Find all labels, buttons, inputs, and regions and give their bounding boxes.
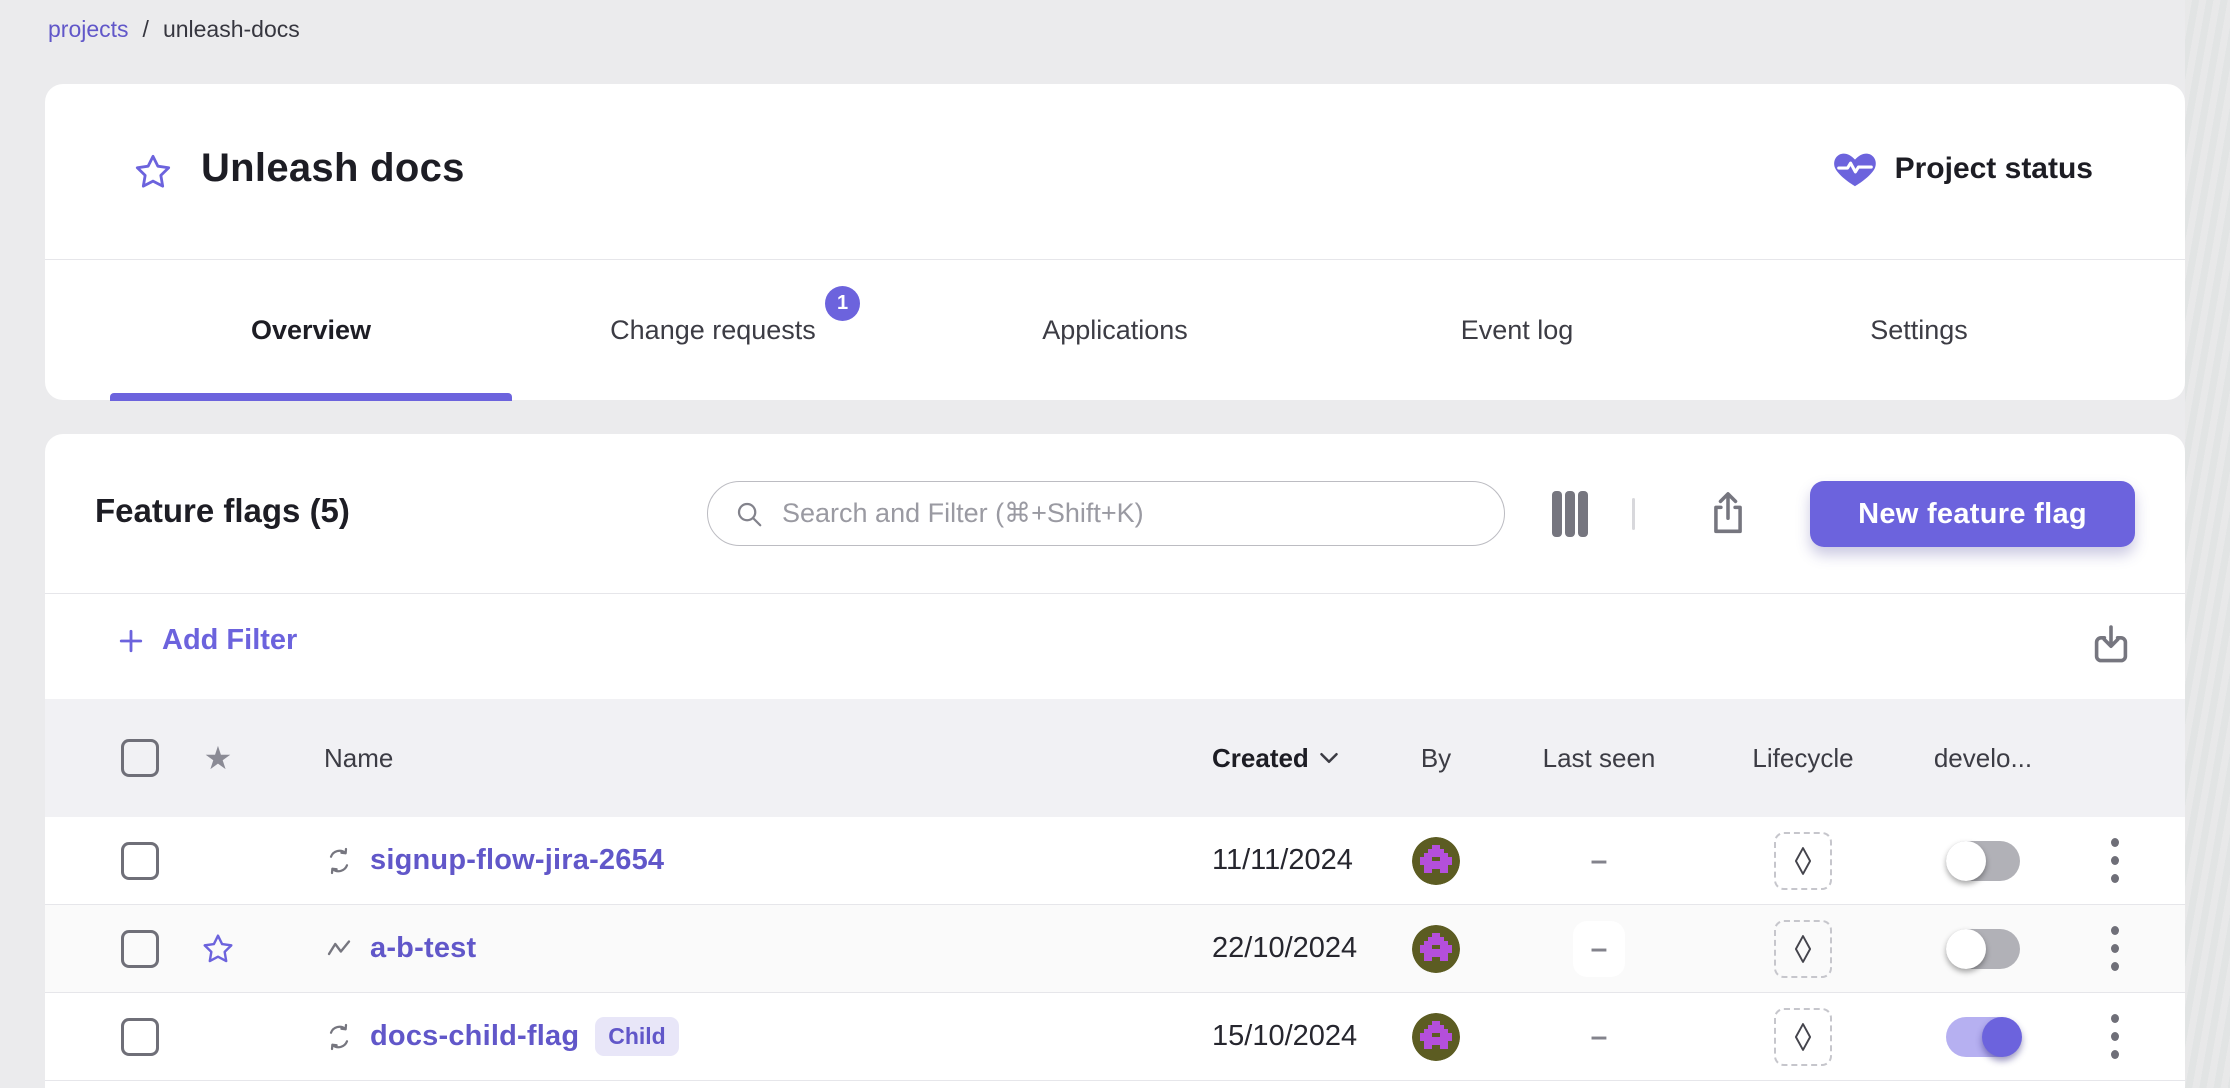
table-row: a-b-test 22/10/2024 [45, 905, 2185, 993]
tab-badge: 1 [825, 286, 860, 321]
lifecycle-icon[interactable] [1774, 920, 1832, 978]
feature-flags-heading: Feature flags (5) [95, 492, 350, 530]
environment-toggle[interactable] [1946, 841, 2020, 881]
flag-name-link[interactable]: signup-flow-jira-2654 [370, 844, 664, 877]
search-box [707, 481, 1505, 546]
environment-toggle[interactable] [1946, 1017, 2020, 1057]
active-tab-underline [110, 393, 512, 401]
table-header: ★ Name Created By Last seen Lifecycle de… [45, 699, 2185, 817]
column-header-by: By [1379, 743, 1493, 774]
breadcrumb-current: unleash-docs [163, 16, 300, 43]
download-icon[interactable] [2087, 618, 2135, 670]
table-row: docs-child-flag Child 15/10/2024 [45, 993, 2185, 1081]
environment-toggle[interactable] [1946, 929, 2020, 969]
column-header-name: Name [278, 743, 1212, 774]
project-title-row: Unleash docs Project status [45, 84, 2185, 260]
project-tabs: Overview Change requests 1 Applications … [110, 260, 2185, 401]
kebab-menu[interactable] [2105, 1008, 2125, 1065]
created-date: 22/10/2024 [1212, 932, 1379, 965]
created-date: 15/10/2024 [1212, 1020, 1379, 1053]
feature-flags-card: Feature flags (5) New feature flag [45, 434, 2185, 1088]
flag-name-link[interactable]: a-b-test [370, 932, 476, 965]
last-seen-cell: – [1579, 833, 1619, 889]
new-feature-flag-button[interactable]: New feature flag [1810, 481, 2135, 547]
sync-icon [324, 846, 354, 876]
tab-label: Settings [1870, 315, 1968, 346]
page-title: Unleash docs [201, 146, 465, 191]
favorite-project-star-icon[interactable] [133, 152, 173, 192]
favorite-star-icon[interactable] [201, 932, 235, 966]
select-all-checkbox[interactable] [121, 739, 159, 777]
last-seen-value: – [1591, 934, 1608, 964]
tab-label: Event log [1461, 315, 1574, 346]
search-icon [734, 499, 764, 529]
filter-row: Add Filter [45, 593, 2185, 699]
child-chip: Child [595, 1017, 679, 1056]
add-filter-button[interactable]: Add Filter [118, 624, 297, 657]
column-header-last-seen: Last seen [1493, 743, 1705, 774]
last-seen-cell: – [1579, 1009, 1619, 1065]
search-input[interactable] [780, 497, 1484, 530]
breadcrumb-separator: / [143, 16, 149, 43]
share-icon[interactable] [1703, 486, 1753, 540]
row-checkbox[interactable] [121, 842, 159, 880]
lifecycle-icon[interactable] [1774, 1008, 1832, 1066]
row-checkbox[interactable] [121, 930, 159, 968]
lifecycle-icon[interactable] [1774, 832, 1832, 890]
tab-change-requests[interactable]: Change requests 1 [512, 260, 914, 401]
table-body: signup-flow-jira-2654 11/11/2024 [45, 817, 2185, 1081]
columns-visibility-button[interactable] [1547, 490, 1593, 538]
avatar [1412, 925, 1460, 973]
sync-icon [324, 1022, 354, 1052]
last-seen-cell: – [1573, 921, 1625, 977]
last-seen-value: – [1591, 1022, 1608, 1052]
tab-applications[interactable]: Applications [914, 260, 1316, 401]
kebab-menu[interactable] [2105, 920, 2125, 977]
tab-overview[interactable]: Overview [110, 260, 512, 401]
project-status-label: Project status [1895, 152, 2093, 186]
kebab-menu[interactable] [2105, 832, 2125, 889]
created-date: 11/11/2024 [1212, 844, 1379, 877]
flag-name-link[interactable]: docs-child-flag [370, 1020, 579, 1053]
breadcrumb-projects-link[interactable]: projects [48, 16, 129, 43]
breadcrumb: projects / unleash-docs [48, 16, 300, 43]
row-checkbox[interactable] [121, 1018, 159, 1056]
plus-icon [118, 628, 144, 654]
project-header-card: Unleash docs Project status Overview Cha… [45, 84, 2185, 400]
column-header-lifecycle: Lifecycle [1705, 743, 1901, 774]
heart-pulse-icon [1831, 146, 1879, 192]
background-texture [2185, 0, 2230, 1088]
column-header-environment: develo... [1901, 743, 2065, 774]
table-row: signup-flow-jira-2654 11/11/2024 [45, 817, 2185, 905]
avatar [1412, 837, 1460, 885]
tab-event-log[interactable]: Event log [1316, 260, 1718, 401]
avatar [1412, 1013, 1460, 1061]
favorites-column-icon[interactable]: ★ [204, 739, 233, 777]
tab-label: Overview [251, 315, 371, 346]
add-filter-label: Add Filter [162, 624, 297, 657]
project-overview-page: projects / unleash-docs Unleash docs Pro… [0, 0, 2230, 1088]
project-status-button[interactable]: Project status [1831, 146, 2093, 192]
tab-label: Change requests [610, 315, 816, 346]
feature-flags-toolbar: Feature flags (5) New feature flag [45, 434, 2185, 593]
last-seen-value: – [1591, 846, 1608, 876]
chevron-down-icon [1319, 751, 1339, 765]
toolbar-divider [1632, 498, 1635, 530]
trend-icon [324, 934, 354, 964]
column-header-created[interactable]: Created [1212, 743, 1379, 774]
tab-settings[interactable]: Settings [1718, 260, 2120, 401]
tab-label: Applications [1042, 315, 1188, 346]
